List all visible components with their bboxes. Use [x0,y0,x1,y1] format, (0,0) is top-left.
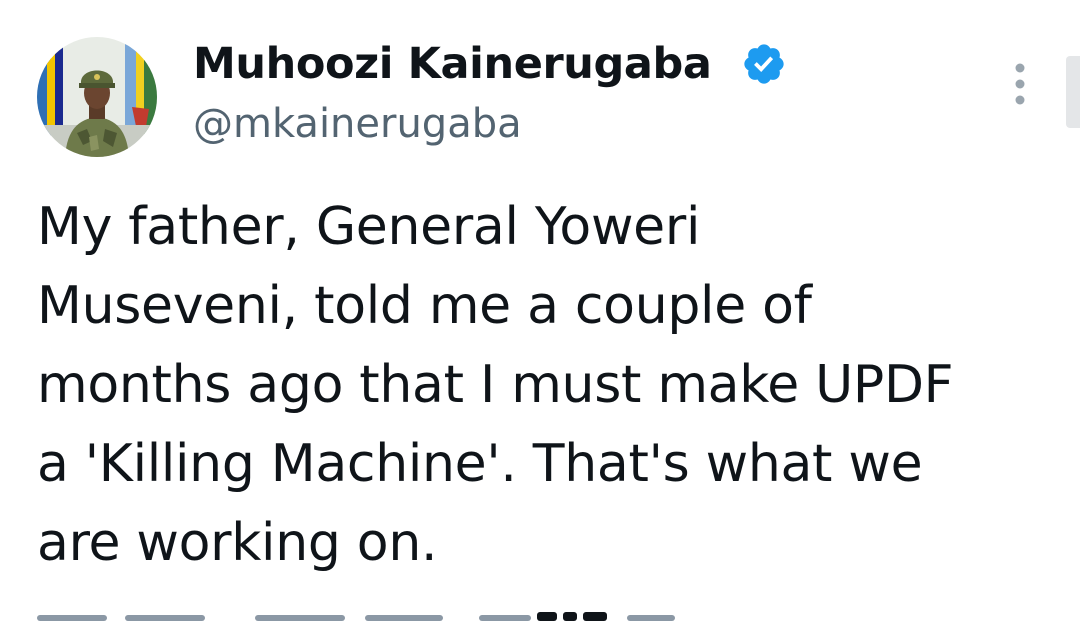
tweet-text-line: My father, General Yoweri [37,197,701,257]
tweet-text-line: a 'Killing Machine'. That's what we [37,434,923,494]
more-vertical-icon[interactable] [1000,60,1040,108]
tweet-text-line: are working on. [37,513,438,573]
tweet-text-line: Museveni, told me a couple of [37,276,812,336]
user-handle[interactable]: @mkainerugaba [193,100,522,148]
scrollbar[interactable] [1066,56,1080,128]
avatar[interactable] [37,37,157,157]
verified-badge-icon [744,44,784,84]
tweet-text-line: months ago that I must make UPDF [37,355,954,415]
tweet-text: My father, General Yoweri Museveni, told… [37,188,1052,583]
display-name[interactable]: Muhoozi Kainerugaba [193,38,712,90]
tweet-timestamp-cutoff [37,612,675,621]
avatar-image [37,37,157,157]
